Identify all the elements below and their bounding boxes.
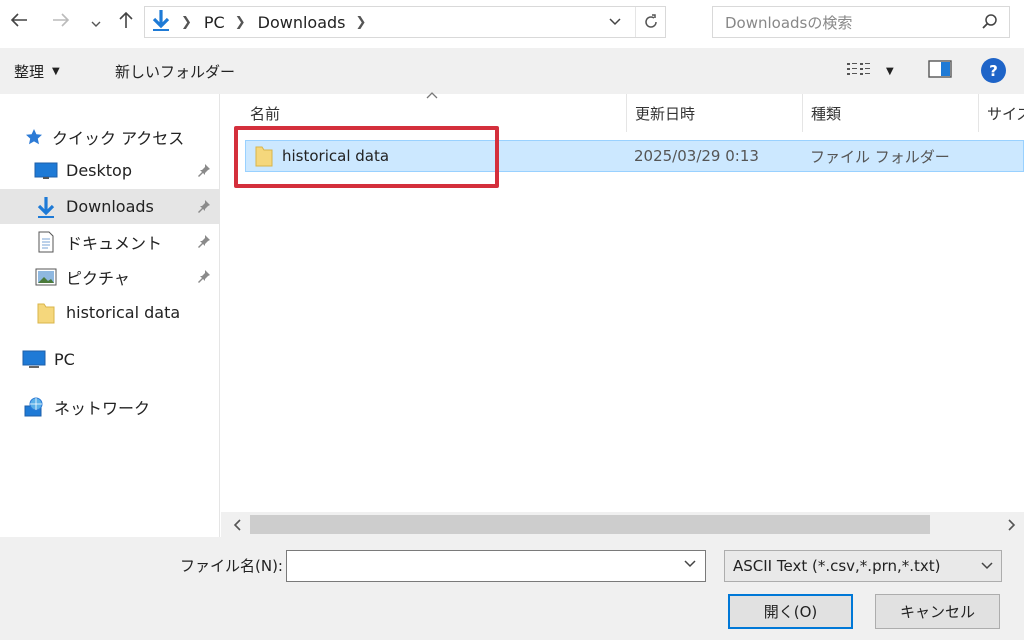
breadcrumb-separator[interactable]: ❯ <box>356 15 367 30</box>
file-type-filter-select[interactable]: ASCII Text (*.csv,*.prn,*.txt) <box>724 550 1002 582</box>
computer-icon <box>22 349 46 371</box>
sidebar-item-pictures[interactable]: ピクチャ <box>0 259 219 294</box>
pin-icon[interactable] <box>197 234 211 251</box>
new-folder-label: 新しいフォルダー <box>115 62 236 81</box>
back-button[interactable] <box>6 8 32 36</box>
address-dropdown-button[interactable] <box>603 7 627 37</box>
refresh-icon <box>644 14 657 28</box>
pin-icon[interactable] <box>197 269 211 286</box>
column-header-label: 名前 <box>250 104 281 123</box>
sidebar-item-downloads[interactable]: Downloads <box>0 189 219 224</box>
picture-icon <box>34 266 58 288</box>
sidebar-item-documents[interactable]: ドキュメント <box>0 224 219 259</box>
arrow-right-icon <box>52 12 70 33</box>
sidebar-item-label: PC <box>54 350 75 369</box>
sidebar-item-label: ピクチャ <box>66 268 130 288</box>
chevron-right-icon <box>1008 518 1016 531</box>
column-header-modified[interactable]: 更新日時 <box>627 94 803 132</box>
chevron-down-icon <box>91 12 101 33</box>
file-type-filter-value: ASCII Text (*.csv,*.prn,*.txt) <box>733 557 941 575</box>
file-modified-cell: 2025/03/29 0:13 <box>634 147 759 165</box>
scroll-right-button[interactable] <box>1000 512 1024 537</box>
cancel-button[interactable]: キャンセル <box>875 594 1000 629</box>
network-icon <box>22 396 46 418</box>
search-input[interactable]: Downloadsの検索 <box>712 6 1010 38</box>
sidebar-item-label: ドキュメント <box>66 233 163 253</box>
annotation-highlight-box <box>234 126 499 188</box>
open-button[interactable]: 開く(O) <box>728 594 853 629</box>
desktop-icon <box>34 160 58 182</box>
filename-label: ファイル名(N): <box>180 557 283 575</box>
search-icon[interactable] <box>981 13 999 35</box>
arrow-left-icon <box>10 12 28 33</box>
dialog-footer: ファイル名(N): ASCII Text (*.csv,*.prn,*.txt)… <box>0 537 1024 640</box>
file-type-cell: ファイル フォルダー <box>810 147 950 166</box>
chevron-left-icon <box>233 518 241 531</box>
download-icon <box>34 196 58 218</box>
breadcrumb-downloads[interactable]: Downloads <box>258 13 346 32</box>
sidebar-item-label: クイック アクセス <box>52 128 185 148</box>
view-list-icon <box>846 61 872 81</box>
sidebar-item-label: Desktop <box>66 161 132 180</box>
scrollbar-thumb[interactable] <box>250 515 930 534</box>
sidebar-item-label: Downloads <box>66 197 154 216</box>
breadcrumb-pc[interactable]: PC <box>204 13 225 32</box>
breadcrumb-separator: ❯ <box>234 14 246 30</box>
navigation-bar: ❯ PC ❯ Downloads ❯ Downloadsの検索 <box>0 0 1024 44</box>
up-button[interactable] <box>114 8 138 36</box>
filename-dropdown-button[interactable] <box>684 557 696 571</box>
forward-button[interactable] <box>48 8 74 36</box>
sidebar-item-quick-access[interactable]: クイック アクセス <box>0 119 219 154</box>
change-view-button[interactable]: ▼ <box>846 48 894 94</box>
address-bar[interactable]: ❯ PC ❯ Downloads ❯ <box>144 6 666 38</box>
sidebar-item-label: historical data <box>66 303 181 322</box>
breadcrumb-separator: ❯ <box>181 14 192 30</box>
document-icon <box>34 231 58 253</box>
folder-icon <box>34 302 58 324</box>
column-header-label: 更新日時 <box>635 104 696 123</box>
download-icon <box>151 9 171 35</box>
new-folder-button[interactable]: 新しいフォルダー <box>115 48 235 94</box>
caret-down-icon: ▼ <box>886 65 894 77</box>
refresh-button[interactable] <box>635 7 665 37</box>
navigation-pane: クイック アクセス Desktop Downloads ドキュメント ピクチャ … <box>0 94 220 538</box>
help-icon[interactable]: ? <box>981 58 1006 83</box>
chevron-down-icon <box>684 560 696 568</box>
horizontal-scrollbar[interactable] <box>221 512 1024 537</box>
pin-icon[interactable] <box>197 163 211 180</box>
column-header-size[interactable]: サイズ <box>979 94 1024 132</box>
pin-icon[interactable] <box>197 199 211 216</box>
command-bar: 整理 ▼ 新しいフォルダー ▼ <box>0 48 1024 94</box>
caret-down-icon: ▼ <box>52 65 60 77</box>
column-header-label: 種類 <box>811 104 842 123</box>
organize-button[interactable]: 整理 ▼ <box>14 48 60 94</box>
column-header-type[interactable]: 種類 <box>803 94 979 132</box>
organize-label: 整理 <box>14 62 45 81</box>
chevron-down-icon <box>981 559 993 573</box>
recent-locations-button[interactable] <box>86 8 106 36</box>
column-header-label: サイズ <box>987 104 1024 123</box>
search-placeholder: Downloadsの検索 <box>725 13 853 32</box>
sidebar-item-historical-data[interactable]: historical data <box>0 295 219 330</box>
sidebar-item-network[interactable]: ネットワーク <box>0 389 219 424</box>
sidebar-item-desktop[interactable]: Desktop <box>0 153 219 188</box>
scroll-left-button[interactable] <box>225 512 249 537</box>
star-icon <box>24 126 44 148</box>
sidebar-item-pc[interactable]: PC <box>0 342 219 377</box>
filename-input[interactable] <box>286 550 706 582</box>
chevron-down-icon <box>609 18 621 26</box>
sidebar-item-label: ネットワーク <box>54 398 151 418</box>
preview-pane-icon <box>928 60 952 82</box>
arrow-up-icon <box>118 11 134 34</box>
preview-pane-button[interactable] <box>928 48 952 94</box>
